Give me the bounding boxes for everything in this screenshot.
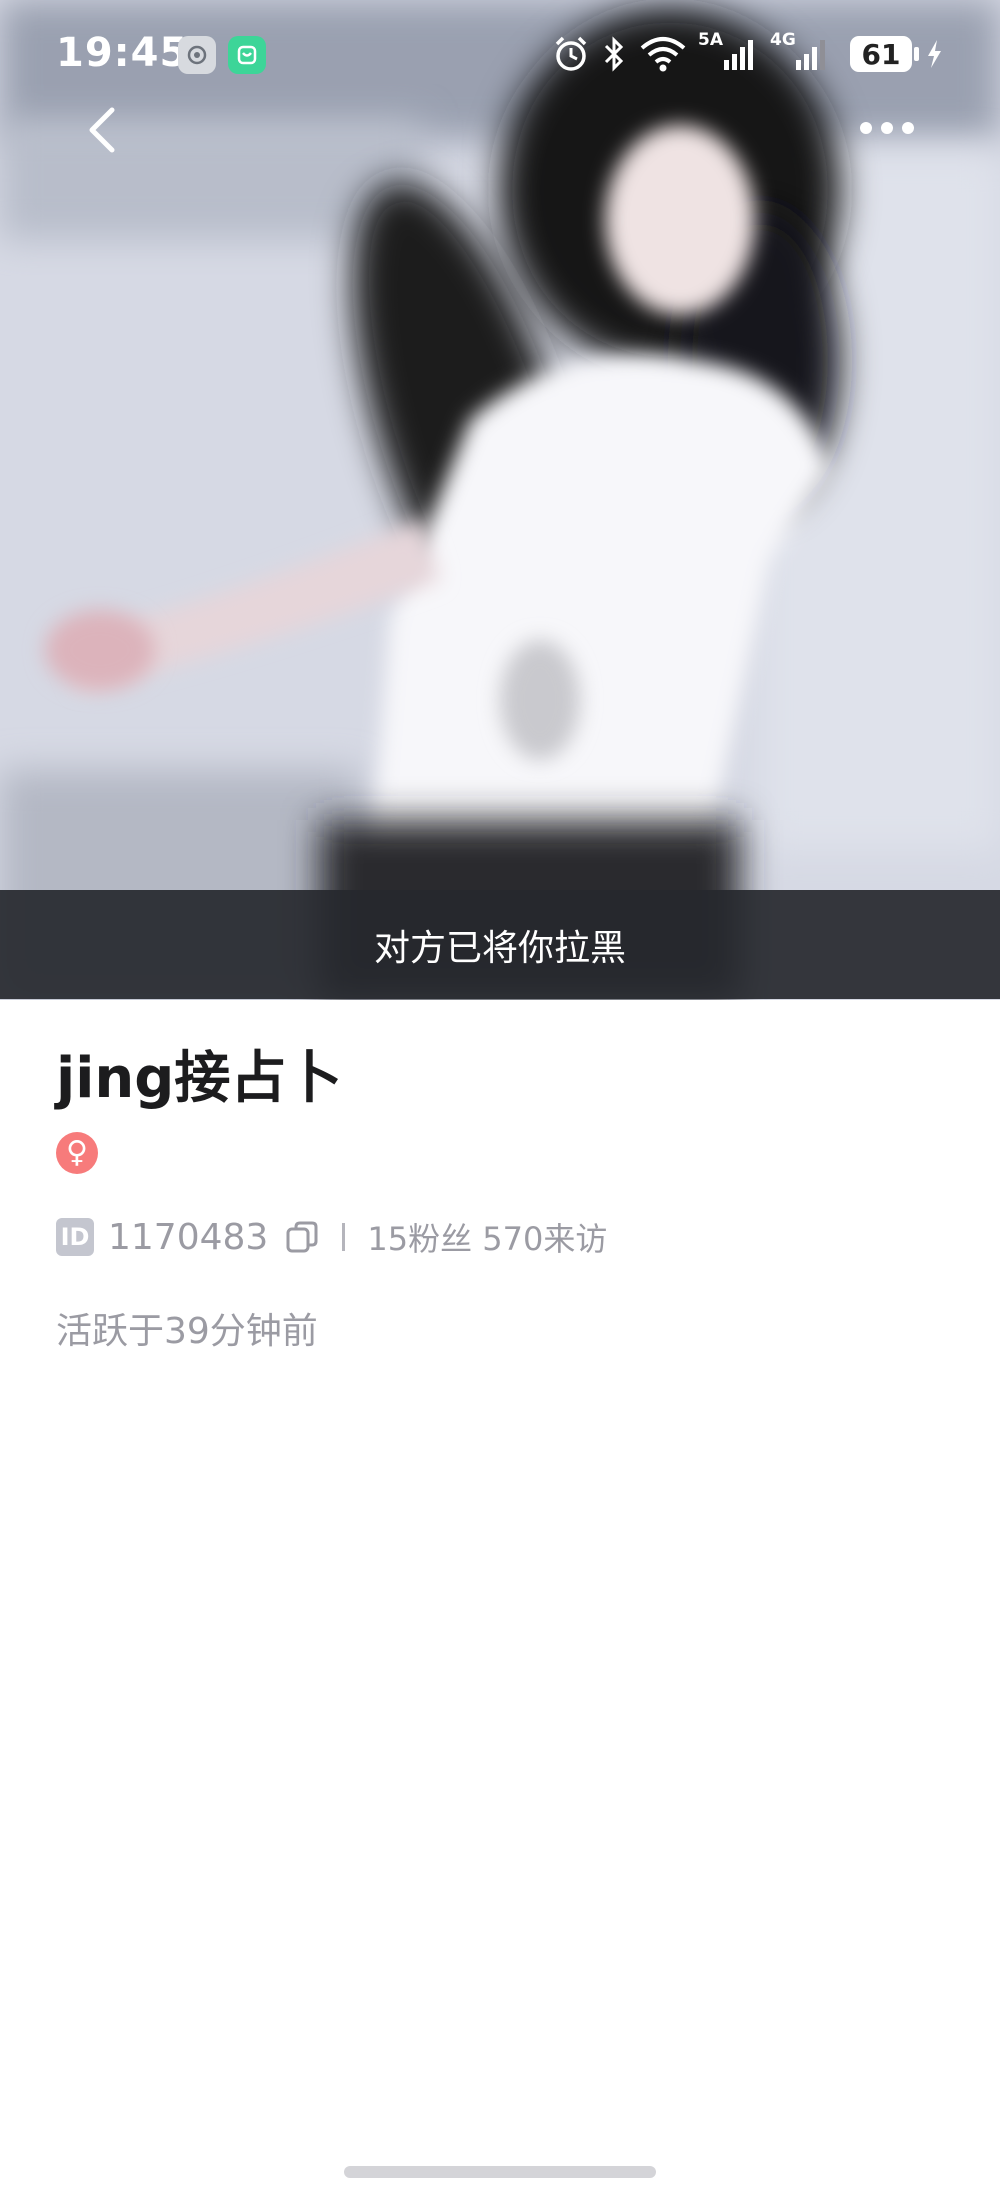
followers-visitors-stats: 15粉丝 570来访 xyxy=(367,1220,608,1258)
battery-cap xyxy=(914,47,919,61)
more-horizontal-icon xyxy=(860,122,914,134)
profile-info: jing接占卜 ♀ ID 1170483 15粉丝 570来访 活跃于39分钟前 xyxy=(56,1040,944,1352)
status-bar: 19:45 5A 4G 61 xyxy=(0,0,1000,110)
id-stats-row: ID 1170483 15粉丝 570来访 xyxy=(56,1212,607,1262)
network-4g-label: 4G xyxy=(770,30,796,50)
battery-indicator: 61 xyxy=(850,36,912,72)
id-badge-icon: ID xyxy=(56,1218,94,1256)
profile-cover-photo[interactable]: 19:45 5A 4G 61 对方已将你拉黑 xyxy=(0,0,1000,1000)
more-options-button[interactable] xyxy=(852,110,922,146)
copy-icon[interactable] xyxy=(284,1219,320,1255)
status-time: 19:45 xyxy=(56,30,189,76)
username: jing接占卜 xyxy=(56,1046,343,1111)
home-indicator[interactable] xyxy=(344,2166,656,2178)
gender-female-icon: ♀ xyxy=(56,1132,98,1174)
wifi-icon xyxy=(640,37,686,72)
bluetooth-icon xyxy=(604,36,624,72)
last-active-status: 活跃于39分钟前 xyxy=(56,1311,318,1352)
blocked-notice-bar: 对方已将你拉黑 xyxy=(0,890,1000,999)
user-id-number: 1170483 xyxy=(108,1216,269,1258)
stats-divider xyxy=(342,1223,346,1251)
cover-photo-image xyxy=(0,0,1000,1000)
back-button[interactable] xyxy=(78,100,128,160)
alarm-icon xyxy=(555,36,587,71)
network-5g-label: 5A xyxy=(698,30,723,50)
chevron-left-icon xyxy=(89,107,115,153)
notification-app-icon xyxy=(178,36,216,74)
blocked-notice-text: 对方已将你拉黑 xyxy=(373,927,626,969)
signal-strength-icon xyxy=(724,40,753,70)
charging-icon xyxy=(928,40,941,68)
signal-strength-icon-2 xyxy=(796,40,825,70)
notification-app-icon-2 xyxy=(228,36,266,74)
